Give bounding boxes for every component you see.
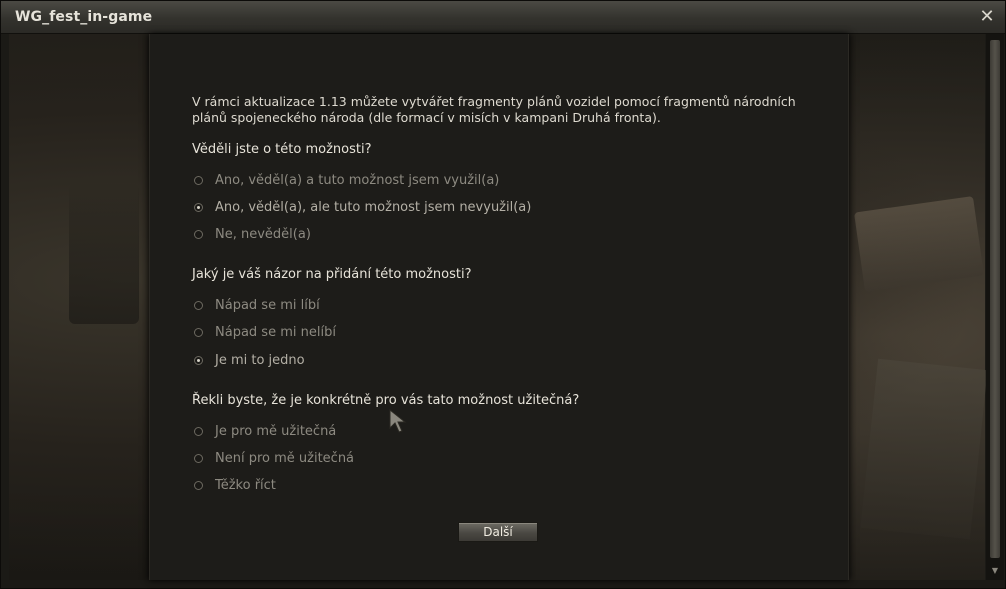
question-3: Řekli byste, že je konkrétně pro vás tat…	[192, 393, 580, 408]
radio-checked-icon[interactable]	[194, 355, 203, 365]
option-label: Těžko říct	[215, 477, 276, 493]
option-label: Nápad se mi nelíbí	[215, 324, 336, 340]
option-label: Ano, věděl(a), ale tuto možnost jsem nev…	[215, 199, 532, 215]
option-q2-3[interactable]: Je mi to jedno	[194, 351, 305, 369]
radio-icon[interactable]	[194, 426, 203, 436]
scrollbar-thumb[interactable]	[990, 40, 1000, 558]
option-q3-2[interactable]: Není pro mě užitečná	[194, 449, 354, 467]
background-pencil-cup	[69, 184, 139, 324]
option-label: Nápad se mi líbí	[215, 297, 320, 313]
option-q3-3[interactable]: Těžko říct	[194, 476, 276, 494]
option-q1-3[interactable]: Ne, nevěděl(a)	[194, 225, 311, 243]
option-q2-1[interactable]: Nápad se mi líbí	[194, 296, 320, 314]
option-label: Ne, nevěděl(a)	[215, 226, 311, 242]
option-q2-2[interactable]: Nápad se mi nelíbí	[194, 323, 336, 341]
title-bar: WG_fest_in-game ✕	[1, 1, 1005, 34]
radio-checked-icon[interactable]	[194, 202, 203, 212]
background-documents	[860, 358, 988, 540]
survey-window: WG_fest_in-game ✕ ▼ V rámci aktualizace …	[0, 0, 1006, 589]
mouse-cursor-icon	[389, 409, 407, 433]
radio-icon[interactable]	[194, 300, 203, 310]
next-button[interactable]: Další	[458, 522, 538, 542]
scroll-down-arrow-icon[interactable]: ▼	[990, 566, 1000, 576]
option-label: Je pro mě užitečná	[215, 423, 337, 439]
option-q1-1[interactable]: Ano, věděl(a) a tuto možnost jsem využil…	[194, 171, 499, 189]
question-1: Věděli jste o této možnosti?	[192, 142, 372, 157]
radio-icon[interactable]	[194, 229, 203, 239]
radio-icon[interactable]	[194, 327, 203, 337]
radio-icon[interactable]	[194, 453, 203, 463]
option-q1-2[interactable]: Ano, věděl(a), ale tuto možnost jsem nev…	[194, 198, 531, 216]
close-icon[interactable]: ✕	[977, 7, 997, 27]
scrollbar[interactable]: ▼	[986, 34, 1004, 580]
radio-icon[interactable]	[194, 480, 203, 490]
option-q3-1[interactable]: Je pro mě užitečná	[194, 422, 336, 440]
intro-text: V rámci aktualizace 1.13 můžete vytvářet…	[192, 94, 796, 125]
option-label: Není pro mě užitečná	[215, 450, 355, 466]
option-label: Je mi to jedno	[215, 352, 305, 368]
window-title: WG_fest_in-game	[15, 9, 153, 25]
radio-icon[interactable]	[194, 175, 203, 185]
question-2: Jaký je váš názor na přidání této možnos…	[192, 267, 472, 282]
option-label: Ano, věděl(a) a tuto možnost jsem využil…	[215, 172, 500, 188]
background-rolled-papers	[854, 196, 984, 292]
